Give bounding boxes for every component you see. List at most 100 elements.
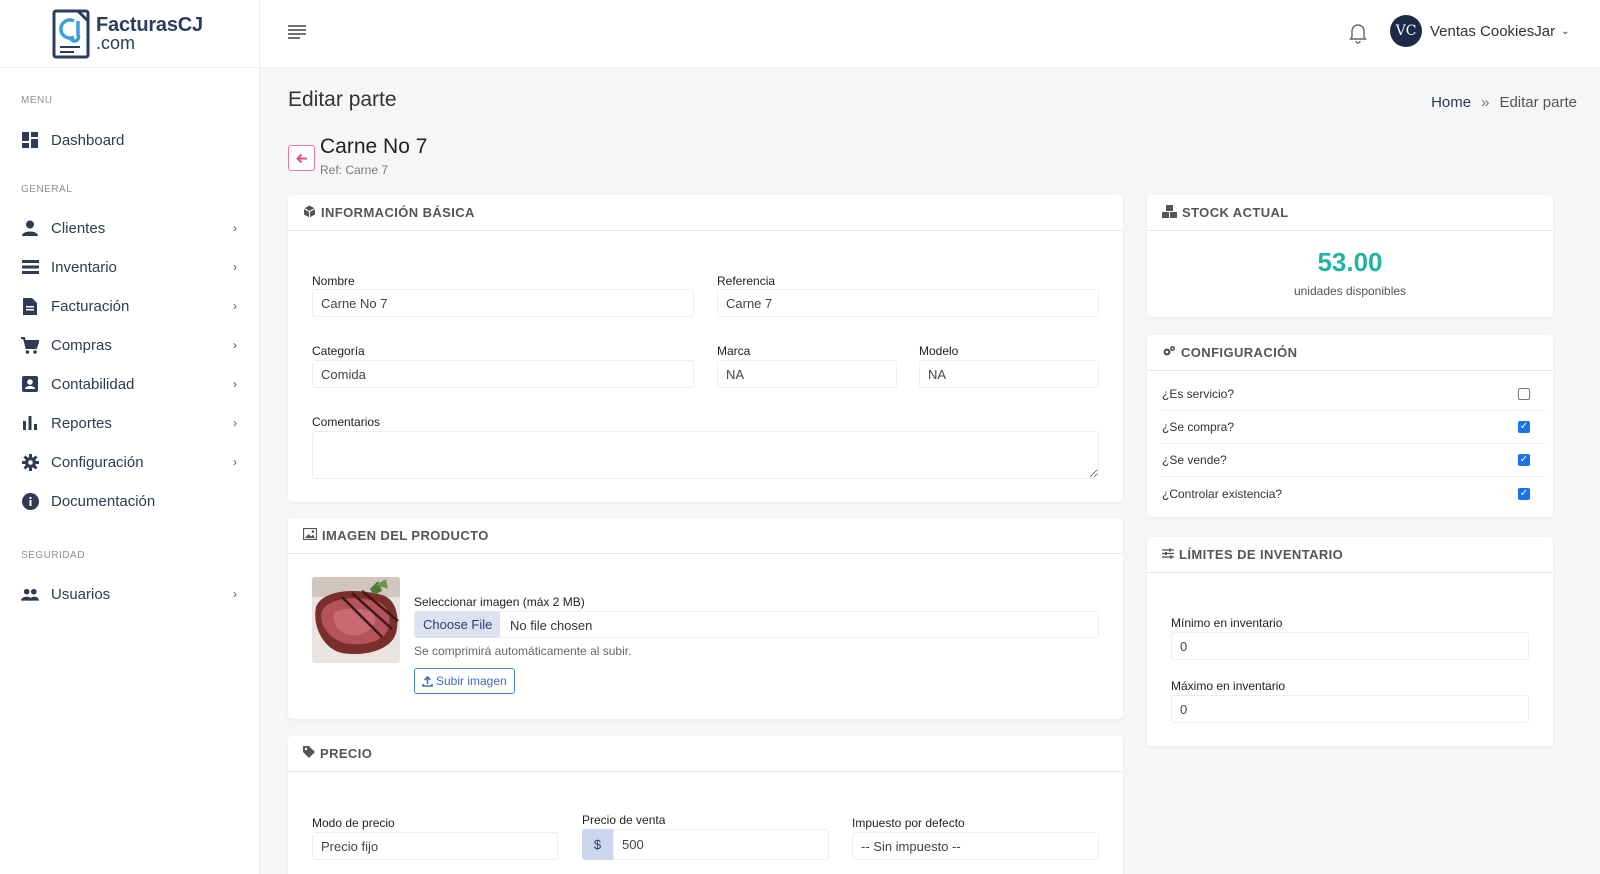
- image-card: IMAGEN DEL PRODUCTO Seleccionar imagen (…: [288, 518, 1123, 719]
- sidebar: FacturasCJ .com MENU Dashboard GENERAL C…: [0, 0, 260, 874]
- image-icon: [302, 527, 318, 543]
- chevron-down-icon: ⌄: [1561, 25, 1570, 37]
- card-title: INFORMACIÓN BÁSICA: [321, 205, 475, 220]
- se-vende-checkbox[interactable]: ✓: [1518, 454, 1530, 466]
- sidebar-item-label: Clientes: [51, 219, 106, 237]
- sidebar-item-compras[interactable]: Compras ›: [0, 327, 259, 363]
- breadcrumb: Home » Editar parte: [1431, 94, 1577, 111]
- sidebar-item-label: Contabilidad: [51, 375, 135, 393]
- sidebar-item-label: Facturación: [51, 297, 130, 315]
- controlar-checkbox[interactable]: ✓: [1518, 487, 1530, 500]
- card-title: CONFIGURACIÓN: [1181, 345, 1298, 360]
- referencia-label: Referencia: [717, 274, 776, 288]
- users-icon: [21, 585, 39, 603]
- sidebar-item-clientes[interactable]: Clientes ›: [0, 210, 259, 246]
- precio-venta-field[interactable]: 500: [613, 829, 829, 860]
- config-se-compra: ¿Se compra? ✓: [1162, 411, 1546, 444]
- stack-icon: [21, 258, 39, 276]
- arrow-left-icon: [295, 153, 307, 163]
- chevron-right-icon: ›: [233, 416, 237, 430]
- impuesto-label: Impuesto por defecto: [852, 816, 965, 830]
- chevron-right-icon: ›: [233, 377, 237, 391]
- person-icon: [21, 219, 39, 237]
- card-header: INFORMACIÓN BÁSICA: [288, 195, 1123, 231]
- config-se-vende: ¿Se vende? ✓: [1162, 444, 1546, 477]
- chevron-right-icon: ›: [233, 455, 237, 469]
- menu-toggle-icon[interactable]: [288, 24, 306, 40]
- basic-info-card: INFORMACIÓN BÁSICA Nombre Carne No 7 Ref…: [288, 195, 1123, 502]
- back-button[interactable]: [288, 145, 315, 171]
- stock-card: STOCK ACTUAL 53.00 unidades disponibles: [1147, 195, 1553, 317]
- page-title: Editar parte: [288, 88, 397, 111]
- cube-icon: [303, 205, 316, 221]
- sidebar-item-reportes[interactable]: Reportes ›: [0, 405, 259, 441]
- document-icon: [21, 297, 39, 315]
- es-servicio-checkbox[interactable]: [1518, 388, 1530, 400]
- impuesto-select[interactable]: -- Sin impuesto --: [852, 832, 1099, 860]
- sidebar-item-facturacion[interactable]: Facturación ›: [0, 288, 259, 324]
- choose-file-button[interactable]: Choose File: [415, 611, 501, 638]
- marca-field[interactable]: NA: [717, 360, 897, 388]
- precio-venta-label: Precio de venta: [582, 813, 666, 827]
- boxes-icon: [1162, 204, 1177, 221]
- topbar: VC Ventas CookiesJar ⌄: [260, 0, 1600, 68]
- avatar: VC: [1390, 15, 1422, 47]
- maximo-field[interactable]: 0: [1171, 695, 1529, 723]
- modelo-label: Modelo: [919, 344, 959, 358]
- sidebar-item-inventario[interactable]: Inventario ›: [0, 249, 259, 285]
- card-header: CONFIGURACIÓN: [1147, 335, 1553, 371]
- chevron-right-icon: ›: [233, 587, 237, 601]
- modo-precio-select[interactable]: Precio fijo: [312, 832, 558, 860]
- sidebar-item-label: Dashboard: [51, 131, 125, 149]
- minimo-field[interactable]: 0: [1171, 632, 1529, 660]
- comentarios-label: Comentarios: [312, 415, 381, 429]
- chevron-right-icon: ›: [233, 299, 237, 313]
- sliders-icon: [1162, 548, 1174, 562]
- categoria-select[interactable]: Comida: [312, 360, 694, 388]
- card-header: LÍMITES DE INVENTARIO: [1147, 537, 1553, 573]
- card-title: LÍMITES DE INVENTARIO: [1179, 547, 1344, 562]
- card-header: IMAGEN DEL PRODUCTO: [288, 518, 1123, 554]
- sidebar-item-label: Reportes: [51, 414, 112, 432]
- comentarios-textarea[interactable]: [312, 431, 1099, 479]
- sidebar-item-documentacion[interactable]: Documentación: [0, 483, 259, 519]
- upload-image-button[interactable]: Subir imagen: [414, 668, 515, 694]
- sidebar-item-usuarios[interactable]: Usuarios ›: [0, 576, 259, 612]
- file-status: No file chosen: [510, 618, 593, 633]
- brand-domain: .com: [96, 32, 136, 53]
- section-menu: MENU: [21, 95, 53, 106]
- sidebar-item-dashboard[interactable]: Dashboard: [0, 122, 259, 158]
- chevron-right-icon: ›: [233, 260, 237, 274]
- upload-icon: [422, 675, 433, 687]
- bell-icon[interactable]: [1348, 22, 1368, 44]
- card-title: PRECIO: [320, 746, 373, 761]
- dashboard-icon: [21, 131, 39, 149]
- se-compra-checkbox[interactable]: ✓: [1518, 421, 1530, 433]
- account-box-icon: [21, 375, 39, 393]
- modelo-field[interactable]: NA: [919, 360, 1099, 388]
- minimo-label: Mínimo en inventario: [1171, 616, 1283, 630]
- modo-precio-label: Modo de precio: [312, 816, 395, 830]
- sidebar-item-label: Inventario: [51, 258, 117, 276]
- info-icon: [21, 492, 39, 510]
- user-name: Ventas CookiesJar: [1430, 22, 1556, 40]
- referencia-field[interactable]: Carne 7: [717, 289, 1099, 317]
- breadcrumb-home[interactable]: Home: [1431, 94, 1471, 111]
- product-ref: Ref: Carne 7: [320, 163, 389, 177]
- sidebar-item-configuracion[interactable]: Configuración ›: [0, 444, 259, 480]
- gear-icon: [21, 453, 39, 471]
- gears-icon: [1162, 345, 1176, 360]
- config-card: CONFIGURACIÓN ¿Es servicio? ¿Se compra? …: [1147, 335, 1553, 517]
- config-controlar: ¿Controlar existencia? ✓: [1162, 477, 1546, 510]
- section-seguridad: SEGURIDAD: [21, 550, 85, 561]
- sidebar-item-contabilidad[interactable]: Contabilidad ›: [0, 366, 259, 402]
- upload-label: Subir imagen: [436, 674, 507, 688]
- user-menu[interactable]: VC Ventas CookiesJar ⌄: [1390, 15, 1569, 47]
- card-title: IMAGEN DEL PRODUCTO: [322, 528, 489, 543]
- logo-icon: [50, 7, 92, 61]
- maximo-label: Máximo en inventario: [1171, 679, 1286, 693]
- marca-label: Marca: [717, 344, 751, 358]
- nombre-field[interactable]: Carne No 7: [312, 289, 694, 317]
- brand-logo[interactable]: FacturasCJ .com: [0, 0, 259, 68]
- breadcrumb-current: Editar parte: [1499, 94, 1577, 111]
